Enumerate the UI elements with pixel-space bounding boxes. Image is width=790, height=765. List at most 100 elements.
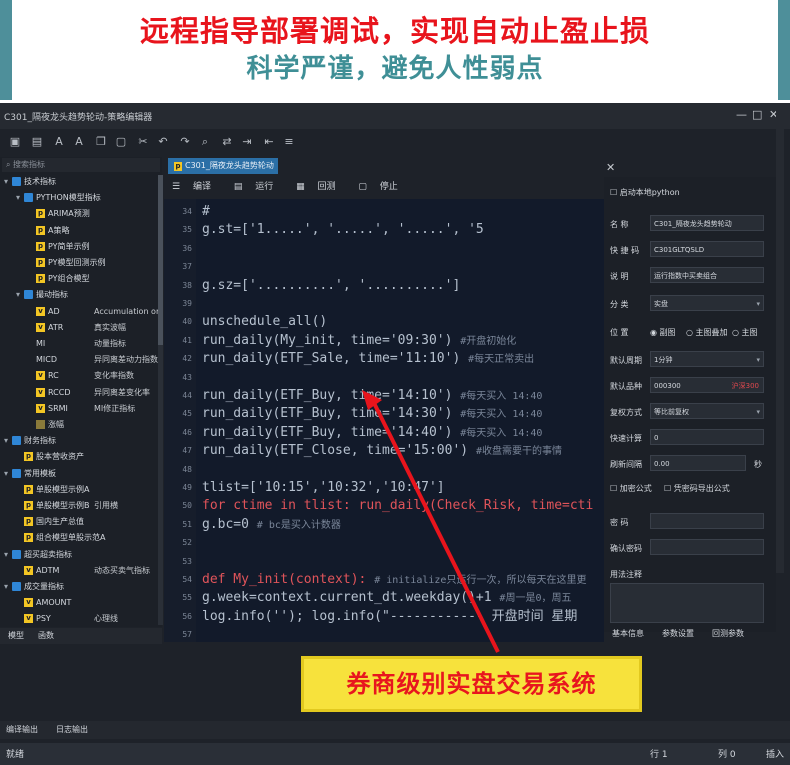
tree-node[interactable]: v RCCD 异同离差变化率 xyxy=(28,386,150,399)
shortcode-field[interactable]: C301GLTQSLD xyxy=(650,241,764,257)
tree-node[interactable]: v ADTM 动态买卖气指标 xyxy=(16,564,150,577)
outdent-icon[interactable]: ⇤ xyxy=(262,135,276,149)
run-button[interactable]: ▤ 运行 xyxy=(234,182,283,192)
code-line[interactable]: log.info(''); log.info("------------ 开盘时… xyxy=(202,608,577,626)
tree-node[interactable]: MICD 异同离差动力指数 xyxy=(28,353,158,366)
tree-node[interactable]: p 股本营收资产 xyxy=(16,450,84,463)
tab-basic-info[interactable]: 基本信息 xyxy=(612,628,644,639)
tree-node[interactable]: p PY组合模型 xyxy=(28,272,90,285)
code-line[interactable]: g.sz=['..........', '..........'] xyxy=(202,277,460,295)
tree-node[interactable]: p 单股模型示例B 引用横 xyxy=(16,499,118,512)
code-line[interactable]: for ctime in tlist: run_daily(Check_Risk… xyxy=(202,497,593,515)
comment-icon[interactable]: ≡ xyxy=(282,135,296,149)
tree-node[interactable]: v AMOUNT xyxy=(16,596,71,609)
chevron-down-icon[interactable]: ▾ xyxy=(4,467,12,480)
calc-field[interactable]: 0 xyxy=(650,429,764,445)
tree-node[interactable]: 涨幅 xyxy=(28,418,64,431)
period-select[interactable]: 1分钟 ▾ xyxy=(650,351,764,367)
code-line[interactable]: run_daily(ETF_Close, time='15:00') #收盘需要… xyxy=(202,442,562,460)
code-line[interactable]: # xyxy=(202,203,210,221)
paste-icon[interactable]: ▢ xyxy=(114,135,128,149)
tree-node[interactable]: v RC 变化率指数 xyxy=(28,369,134,382)
redo-icon[interactable]: ↷ xyxy=(178,135,192,149)
maximize-button[interactable]: □ xyxy=(752,108,762,121)
tree-node[interactable]: v ATR 真实波幅 xyxy=(28,321,126,334)
tree-node[interactable]: ▾ 超买超卖指标 xyxy=(4,548,72,561)
indicator-search-input[interactable]: ⌕ 搜索指标 xyxy=(2,158,160,172)
encrypt-checkbox[interactable]: ☐ 加密公式 xyxy=(610,483,652,494)
chevron-down-icon[interactable]: ▾ xyxy=(16,191,24,204)
code-line[interactable]: run_daily(My_init, time='09:30') #开盘初始化 xyxy=(202,332,516,350)
chevron-down-icon[interactable]: ▾ xyxy=(16,288,24,301)
code-line[interactable]: run_daily(ETF_Buy, time='14:40') #每天买入 1… xyxy=(202,424,542,442)
tree-node[interactable]: ▾ 撮动指标 xyxy=(16,288,68,301)
tree-node[interactable]: ▾ 技术指标 xyxy=(4,175,56,188)
save-icon[interactable]: ▣ xyxy=(8,135,22,149)
tab-param-settings[interactable]: 参数设置 xyxy=(662,628,694,639)
tree-node[interactable]: ▾ 常用模板 xyxy=(4,467,56,480)
code-line[interactable]: g.bc=0 # bc是买入计数器 xyxy=(202,516,341,534)
tree-node[interactable]: ▾ 财务指标 xyxy=(4,434,56,447)
compile-button[interactable]: ☰ 编译 xyxy=(172,182,221,192)
font-increase-icon[interactable]: A xyxy=(72,135,86,149)
code-line[interactable]: unschedule_all() xyxy=(202,313,327,331)
save-all-icon[interactable]: ▤ xyxy=(30,135,44,149)
replace-icon[interactable]: ⇄ xyxy=(220,135,234,149)
description-field[interactable]: 运行指数中买卖组合 xyxy=(650,267,764,283)
undo-icon[interactable]: ↶ xyxy=(156,135,170,149)
tree-node[interactable]: p 国内生产总值 xyxy=(16,515,84,528)
position-radio-main[interactable]: ○ 主图 xyxy=(732,327,758,338)
tab-function[interactable]: 函数 xyxy=(34,630,58,641)
chevron-down-icon[interactable]: ▾ xyxy=(4,580,12,593)
tree-node[interactable]: p PY模型回测示例 xyxy=(28,256,106,269)
code-line[interactable]: run_daily(ETF_Sale, time='11:10') #每天正常卖… xyxy=(202,350,534,368)
adjust-select[interactable]: 等比前复权 ▾ xyxy=(650,403,764,419)
tree-node[interactable]: MI 动量指标 xyxy=(28,337,126,350)
indent-icon[interactable]: ⇥ xyxy=(240,135,254,149)
code-line[interactable]: g.st=['1.....', '.....', '.....', '5 xyxy=(202,221,484,239)
code-line[interactable]: run_daily(ETF_Buy, time='14:30') #每天买入 1… xyxy=(202,405,542,423)
code-line[interactable]: g.week=context.current_dt.weekday()+1 #周… xyxy=(202,589,571,607)
tree-scrollbar[interactable] xyxy=(158,175,163,625)
name-field[interactable]: C301_隔夜龙头趋势轮动 xyxy=(650,215,764,231)
tree-node[interactable]: v SRMI MI修正指标 xyxy=(28,402,135,415)
tree-node[interactable]: v PSY 心理线 xyxy=(16,612,118,625)
code-line[interactable]: def My_init(context): # initialize只运行一次，… xyxy=(202,571,586,589)
tab-compile-output[interactable]: 编译输出 xyxy=(6,724,38,735)
chevron-down-icon[interactable]: ▾ xyxy=(4,175,12,188)
tab-backtest-params[interactable]: 回测参数 xyxy=(712,628,744,639)
chevron-down-icon[interactable]: ▾ xyxy=(4,548,12,561)
interval-field[interactable]: 0.00 xyxy=(650,455,746,471)
confirm-password-field[interactable] xyxy=(650,539,764,555)
tree-node[interactable]: v AD Accumulation or xyxy=(28,305,159,318)
editor-tab[interactable]: p C301_隔夜龙头趋势轮动 xyxy=(168,158,278,174)
stop-button[interactable]: ▢ 停止 xyxy=(358,182,407,192)
tree-scroll-thumb[interactable] xyxy=(158,175,163,345)
code-line[interactable]: run_daily(ETF_Buy, time='14:10') #每天买入 1… xyxy=(202,387,542,405)
tree-node[interactable]: p PY简单示例 xyxy=(28,240,90,253)
find-icon[interactable]: ⌕ xyxy=(198,135,212,149)
tree-node[interactable]: p ARIMA预测 xyxy=(28,207,90,220)
position-radio-overlay[interactable]: ○ 主图叠加 xyxy=(686,327,728,338)
cut-icon[interactable]: ✂ xyxy=(136,135,150,149)
position-radio-sub[interactable]: ◉ 副图 xyxy=(650,327,676,338)
chevron-down-icon[interactable]: ▾ xyxy=(4,434,12,447)
tab-log-output[interactable]: 日志输出 xyxy=(56,724,88,735)
tree-node[interactable]: p 组合模型单股示范A xyxy=(16,531,105,544)
tree-node[interactable]: ▾ PYTHON模型指标 xyxy=(16,191,101,204)
code-view[interactable]: 34 35 36 37 38 39 40 41 42 43 44 45 46 47 48 49 50 51 52 53… xyxy=(164,199,604,642)
tree-node[interactable]: p A策略 xyxy=(28,224,69,237)
notes-textarea[interactable] xyxy=(610,583,764,623)
font-decrease-icon[interactable]: A xyxy=(52,135,66,149)
password-field[interactable] xyxy=(650,513,764,529)
tab-model[interactable]: 模型 xyxy=(4,630,28,641)
category-select[interactable]: 实盘 ▾ xyxy=(650,295,764,311)
code-line[interactable]: tlist=['10:15','10:32','10:47'] xyxy=(202,479,445,497)
editor-close-icon[interactable]: ✕ xyxy=(606,161,615,174)
stock-field[interactable]: 000300 沪深300 xyxy=(650,377,764,393)
tree-node[interactable]: ▾ 成交量指标 xyxy=(4,580,64,593)
backtest-button[interactable]: ▦ 回测 xyxy=(296,182,345,192)
export-checkbox[interactable]: ☐ 凭密码导出公式 xyxy=(664,483,730,494)
tree-node[interactable]: p 单股模型示例A xyxy=(16,483,89,496)
right-scrollbar[interactable] xyxy=(776,103,784,573)
